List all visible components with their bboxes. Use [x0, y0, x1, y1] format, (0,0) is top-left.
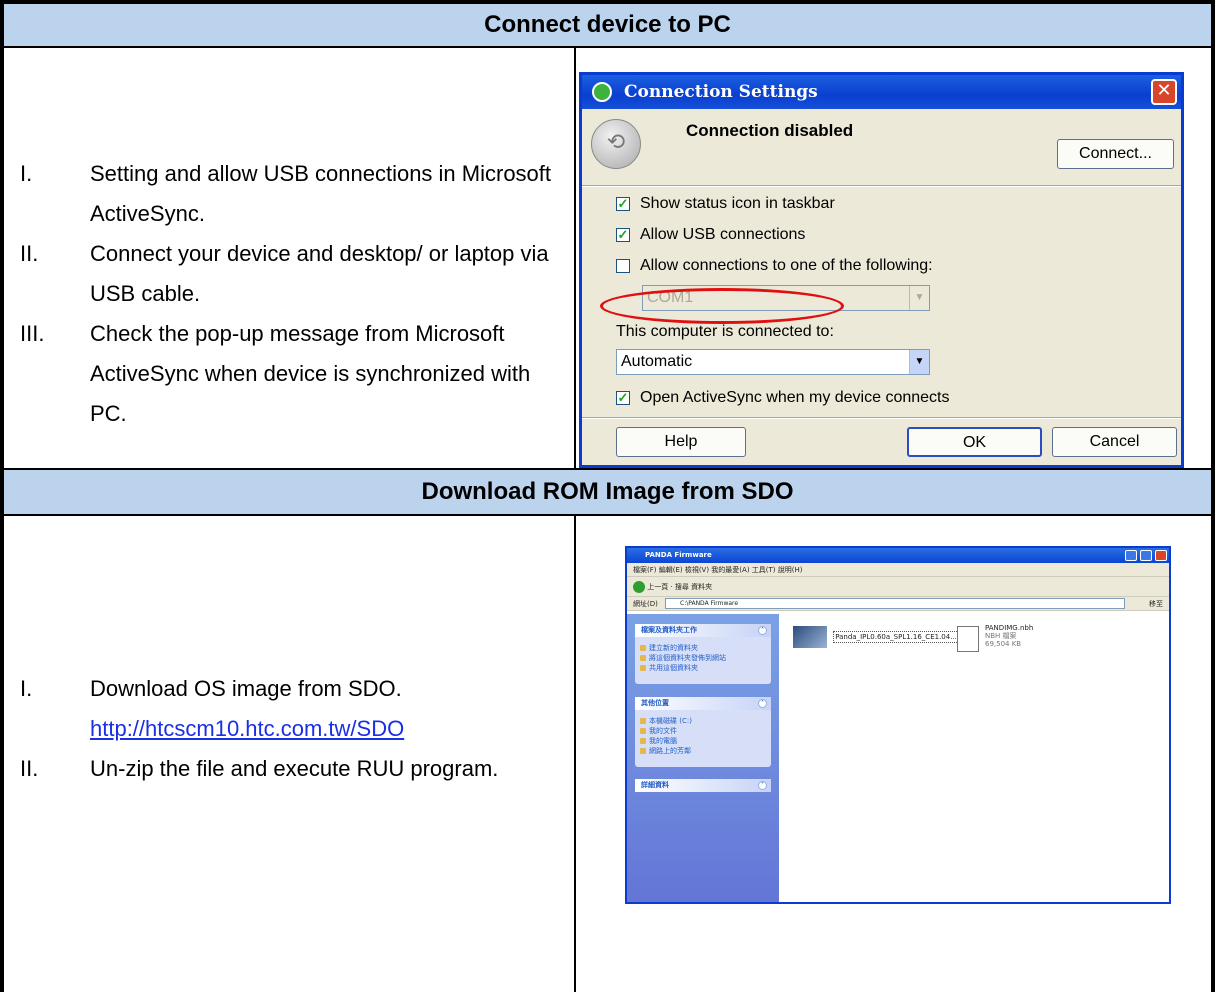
explorer-title-bar: PANDA Firmware — [627, 548, 1169, 563]
step-number: I. — [20, 676, 33, 701]
connected-to-select[interactable]: Automatic ▼ — [616, 349, 930, 375]
file-item[interactable]: PANDIMG.nbh NBH 檔案 69,504 KB — [957, 624, 1033, 652]
connect-button[interactable]: Connect... — [1057, 139, 1174, 169]
group-heading[interactable]: 詳細資料 ˅ — [635, 779, 771, 792]
task-item[interactable]: 共用這個資料夾 — [635, 663, 771, 673]
checkbox-label: Allow connections to one of the followin… — [640, 257, 933, 274]
go-button[interactable]: 移至 — [1149, 597, 1163, 611]
list-item: II. Un-zip the file and execute RUU progr… — [20, 749, 565, 789]
minimize-icon[interactable] — [1125, 550, 1137, 561]
explorer-window: PANDA Firmware 檔案(F) 編輯(E) 檢視(V) 我的最愛(A)… — [625, 546, 1171, 904]
list-item: III. Check the pop-up message from Micros… — [20, 314, 565, 434]
group-heading[interactable]: 其他位置 ˄ — [635, 697, 771, 710]
chevron-down-icon: ▼ — [909, 286, 929, 310]
connection-settings-dialog: Connection Settings ✕ ⟲ Connection disab… — [579, 72, 1184, 468]
sync-status-icon: ⟲ — [591, 119, 641, 169]
help-button[interactable]: Help — [616, 427, 746, 457]
address-input[interactable]: C:\PANDA Firmware — [665, 598, 1125, 609]
checkbox-box[interactable]: ✓ — [616, 228, 630, 242]
connect-steps: I. Setting and allow USB connections in M… — [20, 154, 565, 434]
task-group: 檔案及資料夾工作 ˄ 建立新的資料夾 將這個資料夾發佈到網站 共用這個資料夾 — [635, 624, 771, 684]
close-icon[interactable] — [1155, 550, 1167, 561]
sdo-link[interactable]: http://htcscm10.htc.com.tw/SDO — [90, 716, 404, 741]
step-number: I. — [20, 161, 33, 186]
toolbar-labels[interactable]: 上一頁 · 搜尋 資料夾 — [647, 583, 712, 591]
section-heading-connect: Connect device to PC — [4, 4, 1211, 48]
task-group: 詳細資料 ˅ — [635, 779, 771, 792]
maximize-icon[interactable] — [1140, 550, 1152, 561]
checkbox-label: Open ActiveSync when my device connects — [640, 389, 950, 406]
download-steps: I. Download OS image from SDO. http://htcs… — [20, 669, 565, 789]
document-icon — [957, 626, 979, 652]
task-group: 其他位置 ˄ 本機磁碟 (C:) 我的文件 我的電腦 網路上的芳鄰 — [635, 697, 771, 767]
step-number: III. — [20, 321, 45, 346]
checkbox-label: Show status icon in taskbar — [640, 195, 835, 212]
connected-to-value: Automatic — [621, 353, 693, 370]
column-divider — [574, 516, 576, 992]
step-text: Un-zip the file and execute RUU program. — [90, 756, 499, 781]
chevron-down-icon[interactable]: ˅ — [758, 781, 767, 790]
step-text: Connect your device and desktop/ or lapt… — [90, 241, 549, 306]
list-item: I. Download OS image from SDO. http://htcs… — [20, 669, 565, 749]
file-item[interactable]: Panda_IPL0.60a_SPL1.16_CE1.04... — [793, 626, 959, 648]
task-pane: 檔案及資料夾工作 ˄ 建立新的資料夾 將這個資料夾發佈到網站 共用這個資料夾 其他… — [627, 614, 779, 902]
allow-connections-checkbox[interactable]: Allow connections to one of the followin… — [616, 257, 933, 275]
close-icon[interactable]: ✕ — [1151, 79, 1177, 105]
ok-button[interactable]: OK — [907, 427, 1042, 457]
task-item[interactable]: 我的電腦 — [635, 736, 771, 746]
cancel-button[interactable]: Cancel — [1052, 427, 1177, 457]
step-text: Check the pop-up message from Microsoft … — [90, 321, 531, 426]
back-icon[interactable] — [633, 581, 645, 593]
step-text: Download OS image from SDO. — [90, 676, 402, 701]
divider — [582, 185, 1181, 187]
connection-status: Connection disabled — [686, 121, 854, 140]
task-item[interactable]: 網路上的芳鄰 — [635, 746, 771, 756]
connected-to-label: This computer is connected to: — [616, 323, 834, 340]
chevron-up-icon[interactable]: ˄ — [758, 626, 767, 635]
explorer-title: PANDA Firmware — [645, 551, 712, 559]
activesync-icon — [592, 82, 612, 102]
list-item: I. Setting and allow USB connections in M… — [20, 154, 565, 234]
explorer-menu[interactable]: 檔案(F) 編輯(E) 檢視(V) 我的最愛(A) 工具(T) 說明(H) — [627, 563, 1169, 577]
step-text: Setting and allow USB connections in Mic… — [90, 161, 552, 226]
highlight-circle — [600, 288, 844, 324]
chevron-down-icon[interactable]: ▼ — [909, 350, 929, 374]
task-item[interactable]: 我的文件 — [635, 726, 771, 736]
group-heading[interactable]: 檔案及資料夾工作 ˄ — [635, 624, 771, 637]
column-divider — [574, 48, 576, 470]
divider — [582, 417, 1181, 419]
task-item[interactable]: 將這個資料夾發佈到網站 — [635, 653, 771, 663]
allow-usb-checkbox[interactable]: ✓ Allow USB connections — [616, 226, 805, 244]
task-item[interactable]: 本機磁碟 (C:) — [635, 716, 771, 726]
dialog-body: ⟲ Connection disabled Connect... ✓ Show … — [582, 109, 1181, 465]
task-item[interactable]: 建立新的資料夾 — [635, 643, 771, 653]
section-heading-download: Download ROM Image from SDO — [4, 470, 1211, 516]
checkbox-box[interactable] — [616, 259, 630, 273]
open-activesync-checkbox[interactable]: ✓ Open ActiveSync when my device connect… — [616, 389, 950, 407]
step-number: II. — [20, 756, 39, 781]
file-icon — [793, 626, 827, 648]
checkbox-box[interactable]: ✓ — [616, 391, 630, 405]
step-number: II. — [20, 241, 39, 266]
document-table: Connect device to PC I. Setting and allow… — [0, 0, 1215, 992]
checkbox-label: Allow USB connections — [640, 226, 806, 243]
dialog-title: Connection Settings — [624, 82, 818, 102]
checkbox-box[interactable]: ✓ — [616, 197, 630, 211]
file-name: Panda_IPL0.60a_SPL1.16_CE1.04... — [833, 631, 959, 643]
explorer-toolbar: 上一頁 · 搜尋 資料夾 — [627, 577, 1169, 597]
show-status-icon-checkbox[interactable]: ✓ Show status icon in taskbar — [616, 195, 835, 213]
list-item: II. Connect your device and desktop/ or l… — [20, 234, 565, 314]
address-label: 網址(D) — [633, 600, 658, 608]
dialog-title-bar: Connection Settings ✕ — [582, 75, 1181, 109]
address-bar: 網址(D) C:\PANDA Firmware 移至 — [627, 597, 1169, 611]
chevron-up-icon[interactable]: ˄ — [758, 699, 767, 708]
